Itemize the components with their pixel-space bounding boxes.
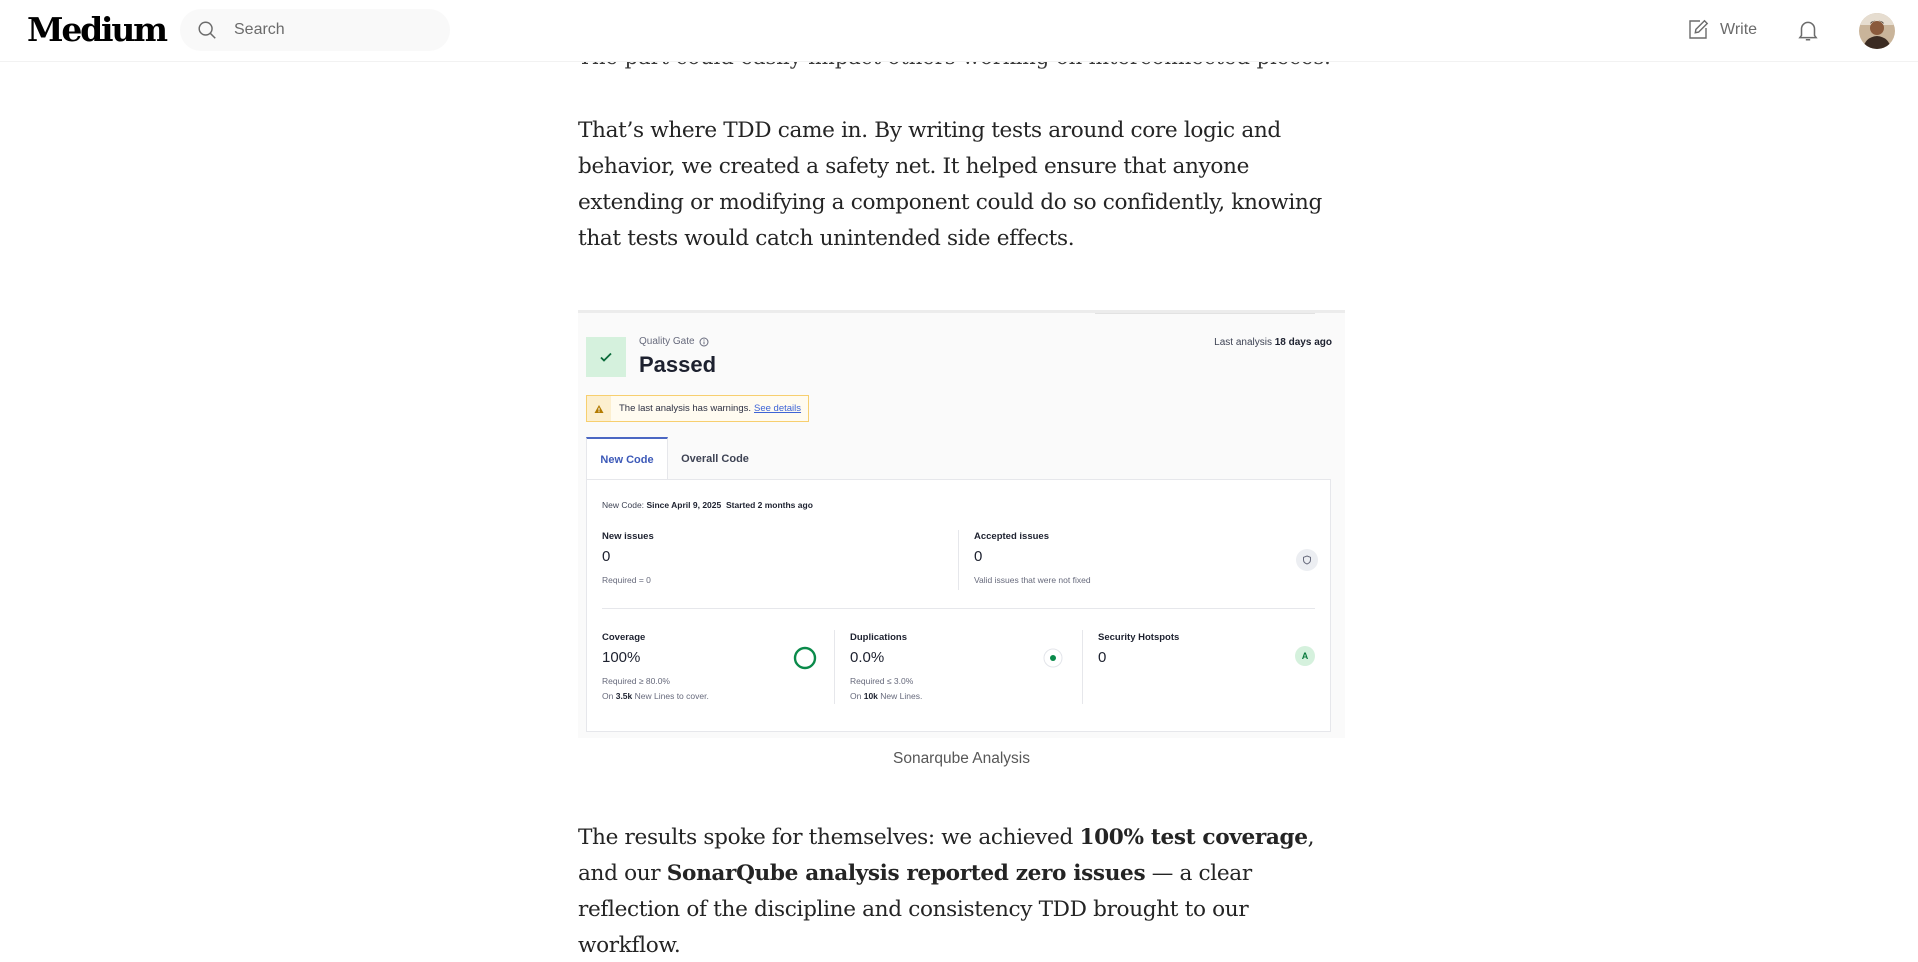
metric-value[interactable]: 0 <box>974 548 1091 565</box>
last-analysis: Last analysis 18 days ago <box>1214 337 1332 348</box>
search-input[interactable] <box>234 9 434 51</box>
divider <box>958 530 959 590</box>
article-paragraph: The results spoke for themselves: we ach… <box>578 825 1315 958</box>
last-analysis-label: Last analysis <box>1214 337 1272 348</box>
warning-icon <box>587 396 611 421</box>
quality-gate-status: Passed <box>639 352 717 377</box>
metric-requirement: Valid issues that were not fixed <box>974 575 1091 585</box>
new-code-started: Started 2 months ago <box>725 500 813 510</box>
write-label: Write <box>1720 21 1758 38</box>
metric-coverage: Coverage 100% Required ≥ 80.0% On 3.5k N… <box>602 632 709 704</box>
metric-title: Coverage <box>602 632 646 643</box>
divider <box>602 608 1315 609</box>
new-code-panel: New Code: Since April 9, 2025 Started 2 … <box>586 479 1331 732</box>
metric-requirement: Required = 0 <box>602 575 651 585</box>
coverage-ring-icon <box>793 646 817 670</box>
last-analysis-value: 18 days ago <box>1274 337 1332 348</box>
medium-logo[interactable]: Medium <box>27 10 168 50</box>
bold-text: 100% test coverage <box>1079 825 1308 850</box>
warning-text: The last analysis has warnings. <box>619 403 752 414</box>
see-details-link[interactable]: See details <box>754 403 801 414</box>
metric-value[interactable]: 0 <box>602 548 654 565</box>
metric-value[interactable]: 0 <box>1098 649 1179 666</box>
metric-title: Security Hotspots <box>1098 632 1180 643</box>
figure-caption: Sonarqube Analysis <box>892 750 1030 767</box>
sonarqube-screenshot-figure: Quality Gate Passed Last analysis 18 day… <box>578 310 1345 738</box>
write-button[interactable]: Write <box>1686 16 1757 44</box>
figure-top-edge <box>1095 313 1315 314</box>
tab-new-code[interactable]: New Code <box>586 437 668 480</box>
bold-text: SonarQube analysis reported zero issues <box>666 861 1146 886</box>
shield-icon <box>1296 549 1318 571</box>
metric-duplications: Duplications 0.0% Required ≤ 3.0% On 10k… <box>850 632 922 704</box>
article-paragraph: That’s where TDD came in. By writing tes… <box>578 118 1322 251</box>
metric-value[interactable]: 0.0% <box>850 649 922 666</box>
divider <box>834 630 835 704</box>
divider <box>1082 630 1083 704</box>
top-navigation-bar: Medium Write <box>0 0 1918 62</box>
avatar-image <box>1859 13 1895 49</box>
user-avatar[interactable] <box>1859 13 1895 49</box>
search-icon <box>198 21 216 39</box>
metric-new-issues: New issues 0 Required = 0 <box>602 531 654 588</box>
new-code-since: Since April 9, 2025 <box>646 500 722 510</box>
new-code-label: New Code: <box>602 500 645 510</box>
info-icon <box>699 337 709 346</box>
metric-title: Duplications <box>850 632 908 643</box>
search-box[interactable] <box>180 9 450 51</box>
checkmark-icon <box>600 352 612 362</box>
notifications-bell-icon[interactable] <box>1795 17 1821 43</box>
metric-value[interactable]: 100% <box>602 649 709 666</box>
metric-requirement: Required ≥ 80.0% On 3.5k New Lines to co… <box>602 676 709 701</box>
metric-security-hotspots: Security Hotspots 0 <box>1098 632 1179 666</box>
metric-title: Accepted issues <box>974 531 1049 542</box>
duplications-indicator-icon <box>1043 648 1063 668</box>
security-rating-badge: A <box>1295 646 1315 666</box>
metric-title: New issues <box>602 531 654 542</box>
metric-accepted-issues: Accepted issues 0 Valid issues that were… <box>974 531 1091 588</box>
quality-gate-passed-badge <box>586 337 626 377</box>
quality-gate-label: Quality Gate <box>639 336 695 347</box>
write-icon <box>1689 19 1709 39</box>
analysis-warning-banner: The last analysis has warnings. See deta… <box>586 395 809 422</box>
new-code-period: New Code: Since April 9, 2025 Started 2 … <box>602 500 813 510</box>
tab-overall-code[interactable]: Overall Code <box>672 437 758 480</box>
metric-requirement: Required ≤ 3.0% On 10k New Lines. <box>850 676 923 701</box>
